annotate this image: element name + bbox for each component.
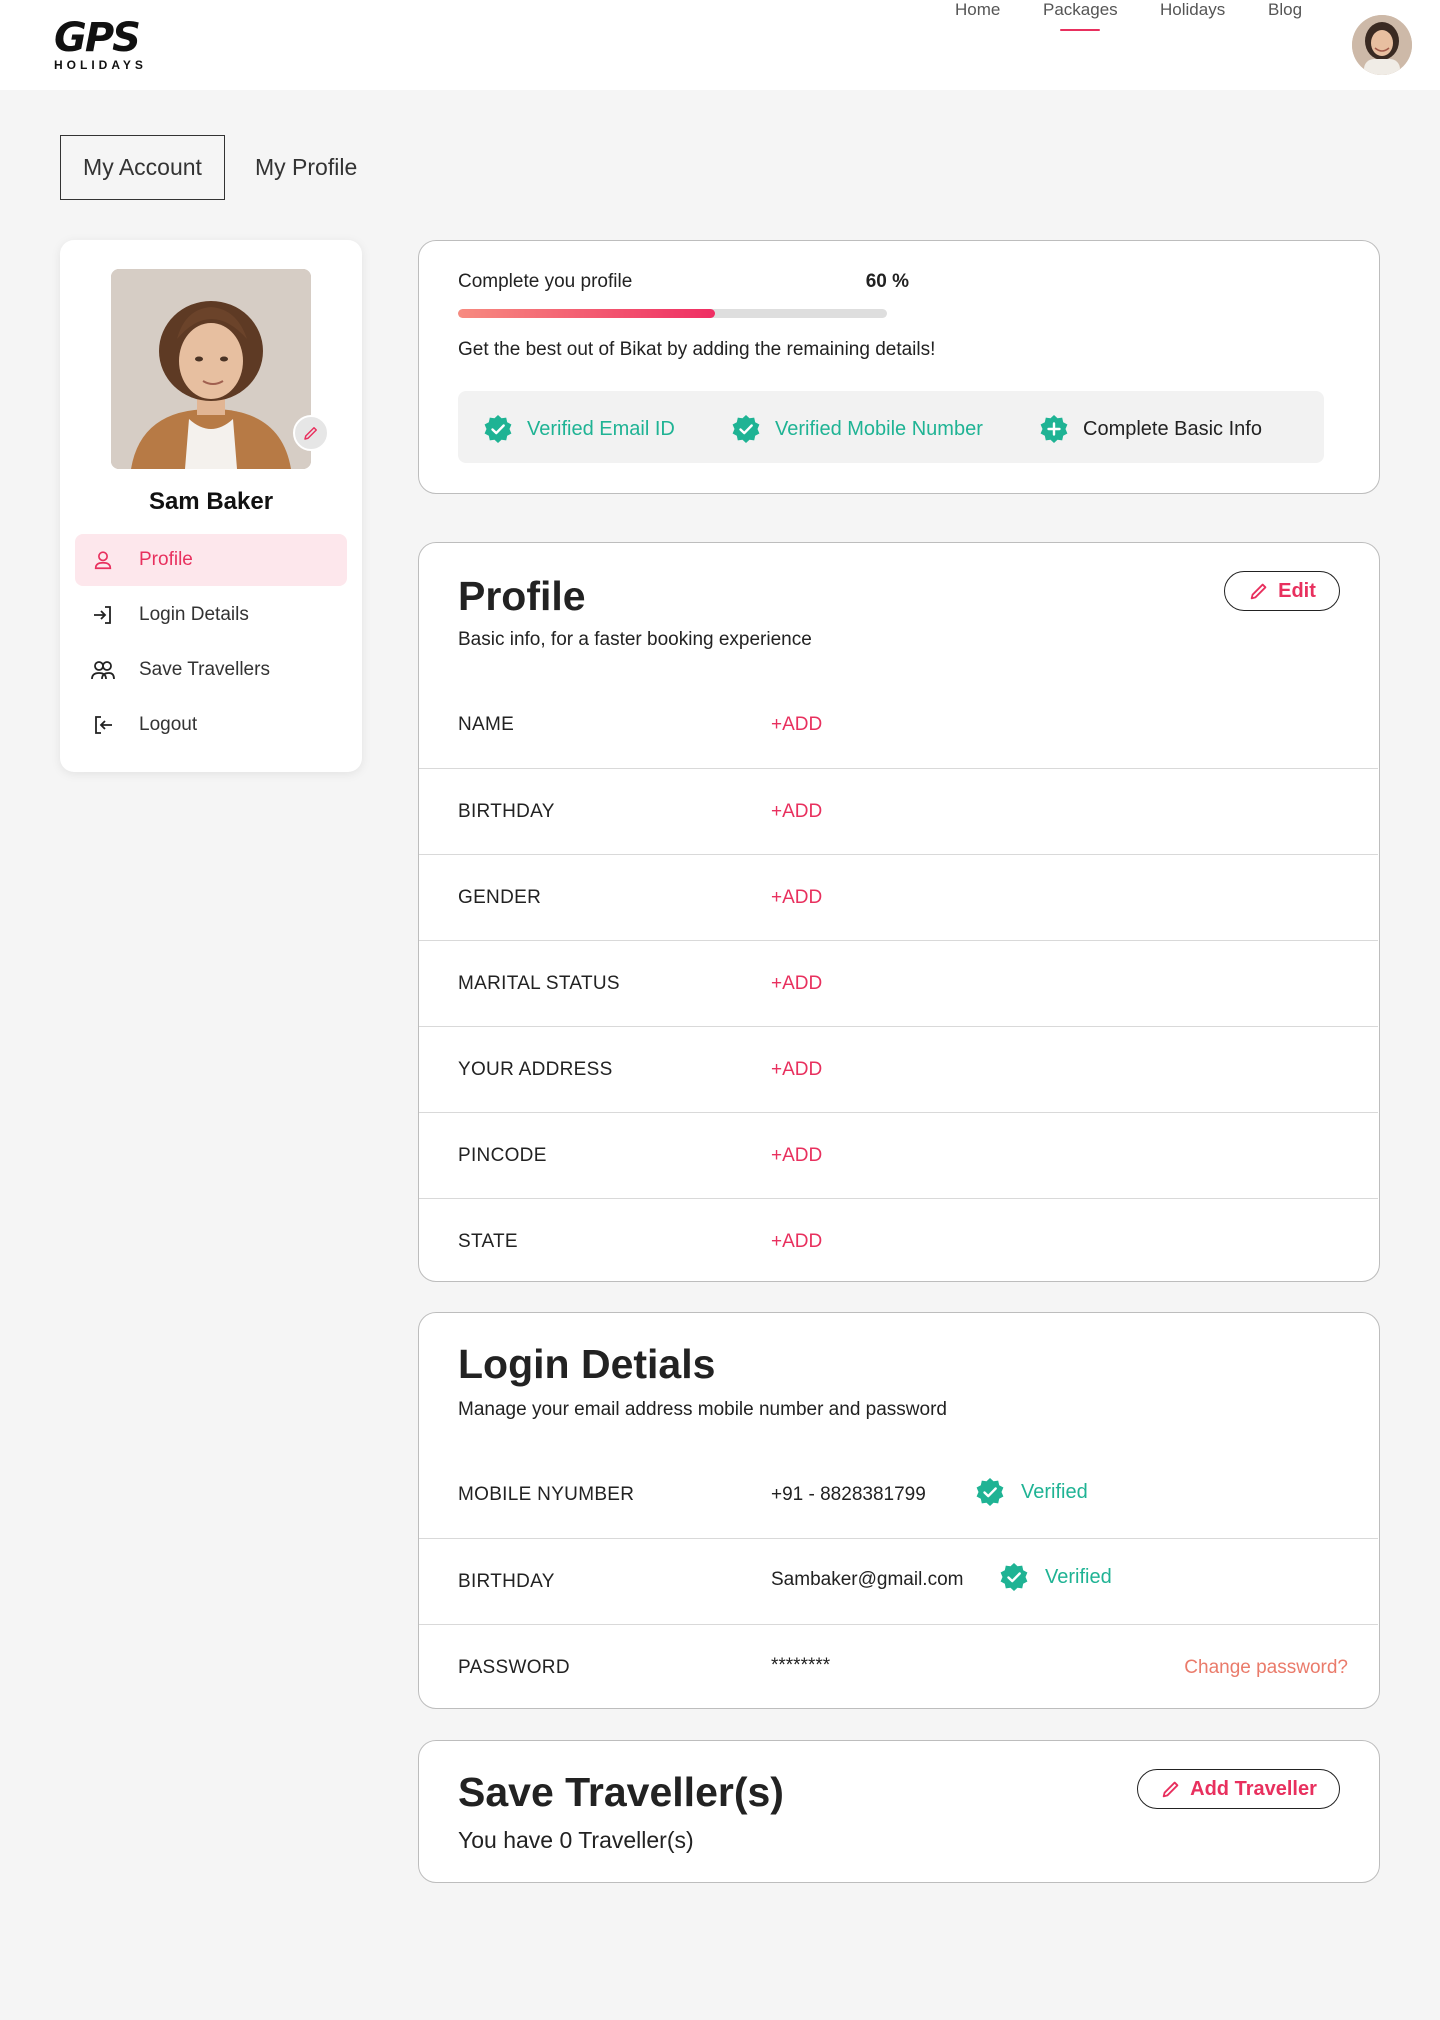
badge-label: Complete Basic Info — [1083, 417, 1262, 440]
verified-badge-icon — [484, 415, 512, 443]
nav-blog[interactable]: Blog — [1268, 0, 1302, 20]
travellers-title: Save Traveller(s) — [458, 1769, 784, 1815]
field-label: BIRTHDAY — [458, 1571, 555, 1592]
sidebar-item-save-travellers[interactable]: Save Travellers — [75, 644, 347, 696]
logo-sub-text: HOLIDAYS — [54, 58, 147, 72]
profile-photo — [111, 269, 311, 469]
completion-description: Get the best out of Bikat by adding the … — [458, 339, 936, 360]
users-icon — [89, 656, 117, 684]
field-label: BIRTHDAY — [458, 801, 555, 822]
add-state-link[interactable]: +ADD — [771, 1231, 822, 1253]
sidebar-item-label: Logout — [139, 714, 198, 735]
verified-label: Verified — [1021, 1480, 1088, 1503]
badge-label: Verified Mobile Number — [775, 417, 983, 440]
account-sidebar: Sam Baker Profile Login Details Save Tra… — [60, 240, 362, 772]
avatar-image — [1352, 15, 1412, 75]
field-label: PASSWORD — [458, 1657, 570, 1678]
profile-row-gender: GENDER +ADD — [419, 854, 1378, 940]
completion-badges: Verified Email ID Verified Mobile Number… — [458, 391, 1324, 463]
pencil-icon — [304, 427, 317, 440]
verified-badge-icon — [1000, 1563, 1028, 1591]
field-label: MARITAL STATUS — [458, 973, 620, 994]
profile-row-state: STATE +ADD — [419, 1198, 1378, 1284]
add-name-link[interactable]: +ADD — [771, 714, 822, 736]
email-value: Sambaker@gmail.com — [771, 1569, 964, 1590]
email-verified-status: Verified — [998, 1561, 1112, 1593]
profile-row-marital-status: MARITAL STATUS +ADD — [419, 940, 1378, 1026]
user-icon — [89, 546, 117, 574]
sidebar-item-label: Save Travellers — [139, 659, 270, 680]
sidebar-item-label: Profile — [139, 549, 193, 570]
login-row-email: BIRTHDAY Sambaker@gmail.com Verified — [419, 1538, 1378, 1624]
verified-label: Verified — [1045, 1565, 1112, 1588]
completion-label: Complete you profile — [458, 271, 633, 292]
add-address-link[interactable]: +ADD — [771, 1059, 822, 1081]
nav-home[interactable]: Home — [955, 0, 1000, 20]
badge-label: Verified Email ID — [527, 417, 675, 440]
login-title: Login Detials — [458, 1341, 716, 1387]
verified-badge-icon — [732, 415, 760, 443]
save-travellers-card: Save Traveller(s) You have 0 Traveller(s… — [418, 1740, 1380, 1883]
field-label: NAME — [458, 714, 515, 735]
add-gender-link[interactable]: +ADD — [771, 887, 822, 909]
field-label: PINCODE — [458, 1145, 547, 1166]
add-traveller-label: Add Traveller — [1190, 1777, 1317, 1800]
add-birthday-link[interactable]: +ADD — [771, 801, 822, 823]
login-details-card: Login Detials Manage your email address … — [418, 1312, 1380, 1709]
user-name: Sam Baker — [148, 488, 274, 515]
field-label: YOUR ADDRESS — [458, 1059, 613, 1080]
add-pincode-link[interactable]: +ADD — [771, 1145, 822, 1167]
header-avatar[interactable] — [1352, 15, 1412, 75]
profile-row-pincode: PINCODE +ADD — [419, 1112, 1378, 1198]
nav-packages[interactable]: Packages — [1043, 0, 1118, 20]
gps-holidays-logo[interactable]: GPS HOLIDAYS — [54, 18, 164, 72]
travellers-subtitle: You have 0 Traveller(s) — [458, 1827, 694, 1853]
login-row-password: PASSWORD ******** Change password? — [419, 1624, 1378, 1710]
profile-row-name: NAME +ADD — [419, 682, 1378, 768]
completion-percent: 60 % — [865, 271, 909, 292]
completion-progress-fill — [458, 309, 716, 318]
completion-progress-bar — [458, 309, 887, 318]
profile-title: Profile — [458, 573, 586, 619]
profile-row-address: YOUR ADDRESS +ADD — [419, 1026, 1378, 1112]
login-row-mobile: MOBILE NYUMBER +91 - 8828381799 Verified — [419, 1452, 1378, 1538]
add-traveller-button[interactable]: Add Traveller — [1137, 1769, 1340, 1809]
sidebar-item-login-details[interactable]: Login Details — [75, 589, 347, 641]
profile-card: Profile Basic info, for a faster booking… — [418, 542, 1380, 1282]
mobile-value: +91 - 8828381799 — [771, 1484, 926, 1505]
profile-completion-card: Complete you profile 60 % Get the best o… — [418, 240, 1380, 494]
tab-my-account[interactable]: My Account — [60, 135, 225, 200]
profile-photo-image — [111, 269, 311, 469]
logo-main-text: GPS — [54, 15, 141, 61]
mobile-verified-status: Verified — [974, 1476, 1088, 1508]
profile-subtitle: Basic info, for a faster booking experie… — [458, 629, 812, 650]
sidebar-item-logout[interactable]: Logout — [75, 699, 347, 751]
badge-verified-mobile: Verified Mobile Number — [730, 413, 983, 445]
field-label: GENDER — [458, 887, 542, 908]
edit-label: Edit — [1278, 579, 1316, 602]
edit-photo-button[interactable] — [293, 415, 329, 451]
tab-my-profile[interactable]: My Profile — [255, 135, 357, 200]
nav-holidays[interactable]: Holidays — [1160, 0, 1225, 20]
pencil-icon — [1162, 1781, 1179, 1798]
badge-verified-email: Verified Email ID — [482, 413, 675, 445]
sidebar-item-label: Login Details — [139, 604, 249, 625]
profile-row-birthday: BIRTHDAY +ADD — [419, 768, 1378, 854]
login-icon — [89, 601, 117, 629]
verified-badge-icon — [976, 1478, 1004, 1506]
edit-profile-button[interactable]: Edit — [1224, 571, 1340, 611]
add-badge-icon — [1040, 415, 1068, 443]
login-subtitle: Manage your email address mobile number … — [458, 1399, 947, 1420]
field-label: STATE — [458, 1231, 518, 1252]
password-value: ******** — [771, 1655, 831, 1676]
change-password-link[interactable]: Change password? — [1184, 1657, 1348, 1679]
logout-icon — [89, 711, 117, 739]
sidebar-item-profile[interactable]: Profile — [75, 534, 347, 586]
top-header: GPS HOLIDAYS Home Packages Holidays Blog — [0, 0, 1440, 90]
add-marital-status-link[interactable]: +ADD — [771, 973, 822, 995]
field-label: MOBILE NYUMBER — [458, 1484, 635, 1505]
pencil-icon — [1250, 583, 1267, 600]
badge-complete-basic-info[interactable]: Complete Basic Info — [1038, 413, 1262, 445]
